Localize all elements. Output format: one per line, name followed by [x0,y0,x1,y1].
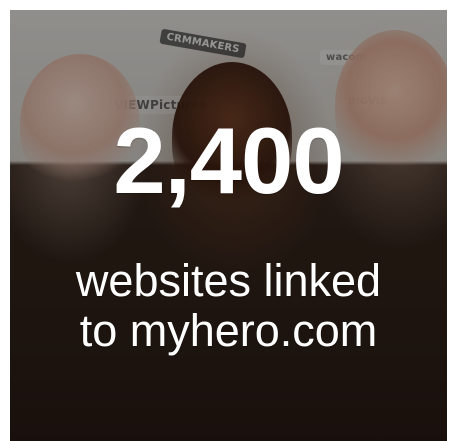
stat-caption: websites linked to myhero.com [10,255,447,357]
stat-card: CRMMAKERS wacom VIEWPictures BIGVIE 2,40… [10,10,447,441]
stat-caption-line-2: to myhero.com [79,305,378,357]
dark-overlay [10,10,447,441]
stat-caption-line-1: websites linked [75,255,382,306]
stat-number: 2,400 [113,108,344,213]
